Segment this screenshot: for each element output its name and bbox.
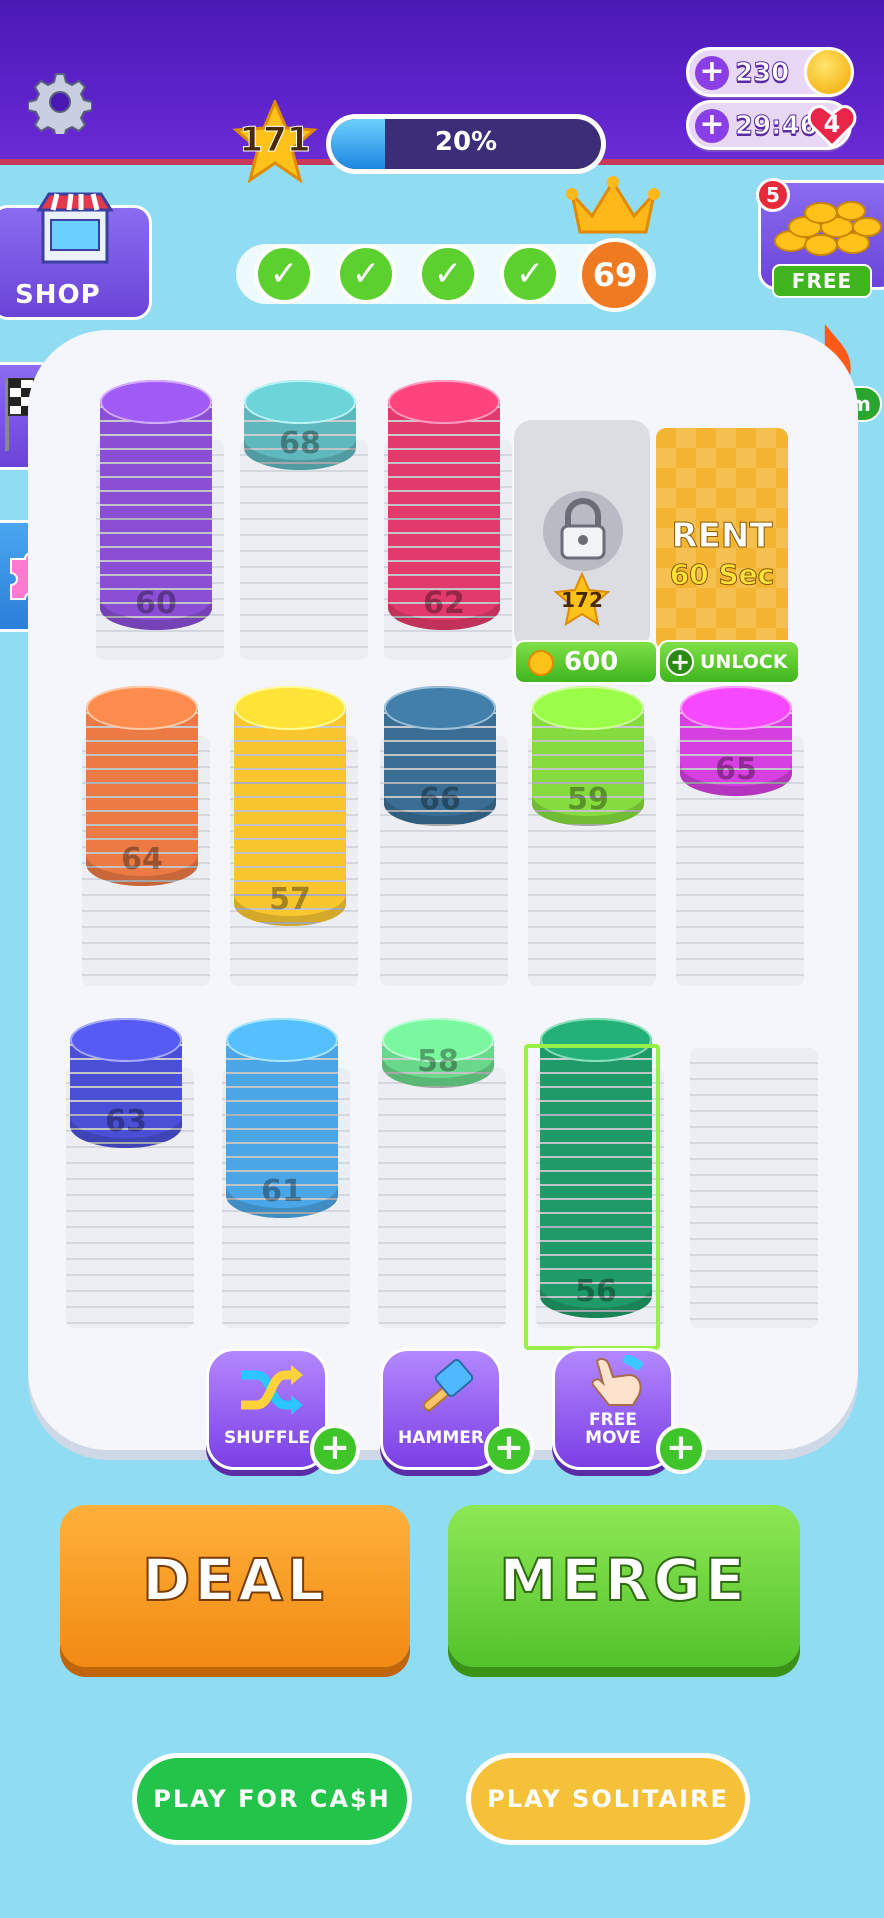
coin-pile-icon <box>774 201 882 256</box>
plus-icon: + <box>666 648 694 676</box>
coin-stack-value: 61 <box>261 1174 303 1209</box>
free-move-add-icon[interactable]: + <box>656 1424 706 1474</box>
deal-button[interactable]: DEAL <box>60 1505 410 1667</box>
unlock-label: UNLOCK <box>700 651 788 673</box>
free-label: FREE <box>772 264 872 298</box>
free-move-label: FREE MOVE <box>555 1411 671 1447</box>
lives-count: 4 <box>823 110 841 138</box>
shuffle-icon <box>241 1365 303 1415</box>
coin-top <box>388 380 500 424</box>
play-solitaire-button[interactable]: PLAY SOLITAIRE <box>466 1753 750 1845</box>
locked-slot[interactable]: 172 <box>514 420 650 650</box>
merge-button[interactable]: MERGE <box>448 1505 800 1667</box>
coin-top <box>384 686 496 730</box>
coin-stack-value: 60 <box>135 586 177 621</box>
coin-tube[interactable] <box>240 440 368 660</box>
hand-pointer-icon <box>591 1355 644 1406</box>
level-number: 171 <box>239 120 311 161</box>
goal-check-icon: ✓ <box>418 244 478 304</box>
coin-stack-value: 63 <box>105 1104 147 1139</box>
hammer-add-icon[interactable]: + <box>484 1424 534 1474</box>
padlock-icon <box>543 491 623 571</box>
add-coins-icon[interactable]: + <box>695 56 729 90</box>
coin-icon <box>528 650 554 676</box>
coin-stack-value: 62 <box>423 586 465 621</box>
coin-icon <box>804 47 854 97</box>
goal-check-icon: ✓ <box>336 244 396 304</box>
unlock-button[interactable]: + UNLOCK <box>658 640 800 684</box>
settings-gear-icon[interactable] <box>28 70 92 134</box>
goal-target: 69 <box>578 238 652 312</box>
slot-cost: 600 <box>564 647 619 677</box>
coin-tube[interactable] <box>378 1068 506 1328</box>
shop-button[interactable]: SHOP <box>0 192 152 320</box>
crown-icon <box>566 176 660 234</box>
coin-top <box>680 686 792 730</box>
coin-tube[interactable] <box>690 1048 818 1328</box>
play-for-cash-button[interactable]: PLAY FOR CA$H <box>132 1753 412 1845</box>
coin-stack-value: 64 <box>121 842 163 877</box>
progress-label: 20% <box>434 127 498 157</box>
free-move-text: FREE MOVE <box>585 1410 641 1448</box>
coin-top <box>100 380 212 424</box>
rent-slot[interactable]: RENT 60 Sec <box>656 428 788 650</box>
coin-top <box>86 686 198 730</box>
shuffle-label: SHUFFLE <box>224 1428 310 1448</box>
rent-title: RENT <box>671 516 773 557</box>
selected-stack-highlight <box>524 1044 660 1350</box>
hammer-label: HAMMER <box>398 1428 484 1448</box>
hammer-icon <box>423 1359 474 1412</box>
coin-top <box>70 1018 182 1062</box>
goal-check-icon: ✓ <box>500 244 560 304</box>
coin-top <box>226 1018 338 1062</box>
coin-stack-value: 58 <box>417 1044 459 1079</box>
rent-duration: 60 Sec <box>669 558 775 592</box>
shuffle-add-icon[interactable]: + <box>310 1424 360 1474</box>
coin-top <box>244 380 356 424</box>
coin-stack-value: 66 <box>419 782 461 817</box>
coin-stack-value: 68 <box>279 426 321 461</box>
coins-value: 230 <box>734 58 790 89</box>
level-progress-bar: 20% <box>326 114 606 174</box>
shop-label: SHOP <box>15 280 101 310</box>
coin-stack-value: 65 <box>715 752 757 787</box>
buy-slot-button[interactable]: 600 <box>514 640 658 684</box>
add-lives-icon[interactable]: + <box>695 109 729 143</box>
chest-badge: 5 <box>756 178 790 212</box>
goal-check-icon: ✓ <box>254 244 314 304</box>
coin-stack-value: 59 <box>567 782 609 817</box>
coin-top <box>234 686 346 730</box>
coin-stack-value: 57 <box>269 882 311 917</box>
shop-icon <box>36 192 114 264</box>
locked-level: 172 <box>561 588 603 612</box>
coin-top <box>532 686 644 730</box>
